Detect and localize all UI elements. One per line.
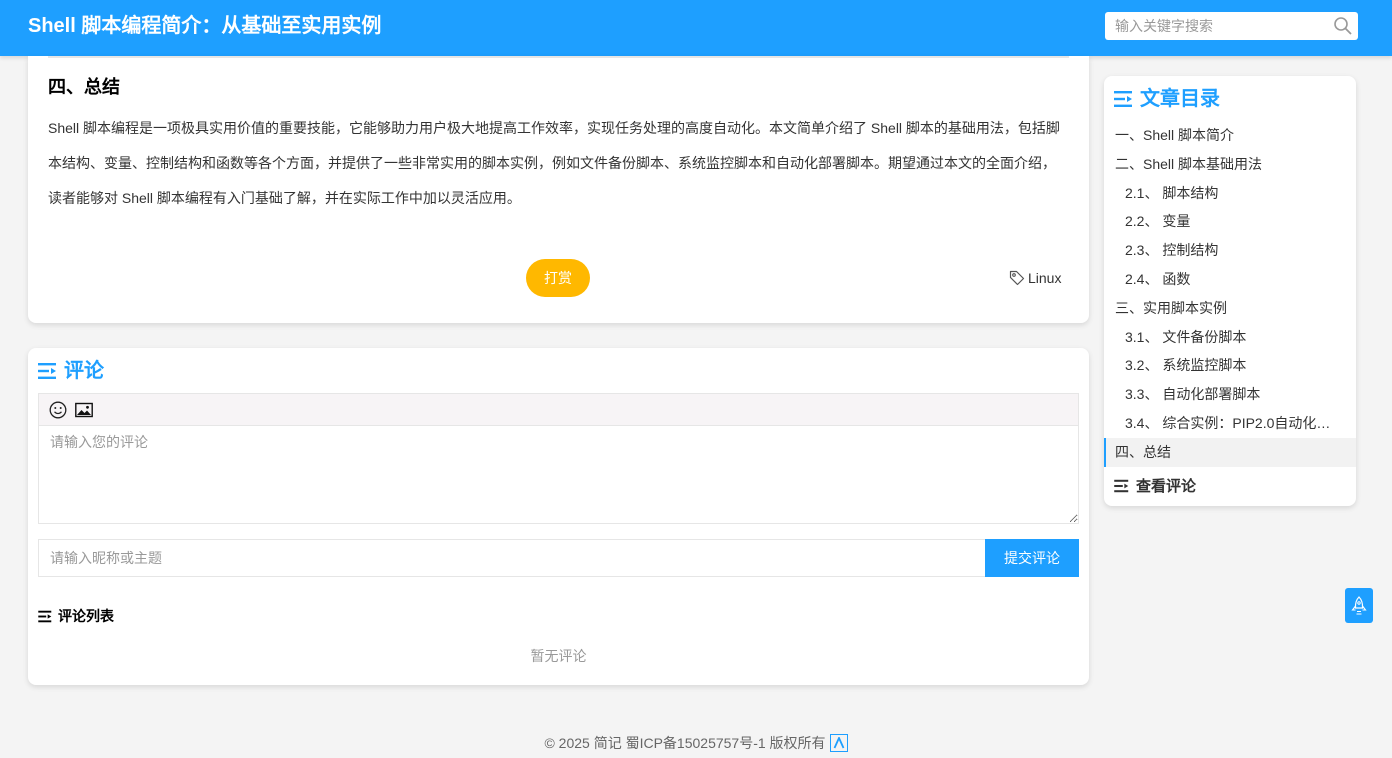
footer-text: © 2025 简记 蜀ICP备15025757号-1 版权所有 [544, 735, 826, 751]
tag-label: Linux [1028, 270, 1062, 286]
nickname-input[interactable] [38, 539, 986, 577]
image-icon[interactable] [75, 401, 93, 419]
page-title[interactable]: Shell 脚本编程简介：从基础至实用实例 [28, 12, 381, 40]
footer: © 2025 简记 蜀ICP备15025757号-1 版权所有 [0, 732, 1392, 754]
comments-title-label: 评论 [64, 360, 104, 382]
view-comments-link[interactable]: 查看评论 [1114, 475, 1196, 496]
toc-item[interactable]: 3.1、 文件备份脚本 [1104, 323, 1356, 352]
search-icon[interactable] [1333, 16, 1353, 36]
empty-comments-text: 暂无评论 [530, 648, 587, 664]
article-tag[interactable]: Linux [1009, 267, 1061, 289]
site-logo-icon[interactable] [829, 734, 848, 752]
comment-textarea[interactable] [38, 425, 1079, 524]
list-icon [38, 363, 56, 379]
submit-comment-button[interactable]: 提交评论 [985, 539, 1079, 577]
rocket-icon [1351, 595, 1367, 614]
comments-title: 评论 [38, 358, 104, 384]
view-comments-label: 查看评论 [1136, 478, 1197, 495]
emoji-icon[interactable] [49, 401, 67, 419]
search-box [1105, 12, 1358, 40]
toc-item[interactable]: 3.4、 综合实例：PIP2.0自动化部署脚本 [1104, 409, 1356, 438]
toc-item[interactable]: 二、Shell 脚本基础用法 [1104, 150, 1356, 179]
top-header: Shell 脚本编程简介：从基础至实用实例 [0, 0, 1392, 56]
article-paragraph: Shell 脚本编程是一项极具实用价值的重要技能，它能够助力用户极大地提高工作效… [48, 120, 1060, 206]
toc-item[interactable]: 2.2、 变量 [1104, 207, 1356, 236]
toc-item[interactable]: 3.3、 自动化部署脚本 [1104, 380, 1356, 409]
toc-item[interactable]: 2.1、 脚本结构 [1104, 179, 1356, 208]
toc-list: 一、Shell 脚本简介 二、Shell 脚本基础用法 2.1、 脚本结构 2.2、 … [1104, 121, 1356, 467]
search-input[interactable] [1105, 12, 1327, 40]
toc-item[interactable]: 2.4、 函数 [1104, 265, 1356, 294]
back-to-top-button[interactable] [1345, 588, 1373, 623]
toc-item[interactable]: 一、Shell 脚本简介 [1104, 121, 1356, 150]
reward-button[interactable]: 打赏 [526, 259, 590, 297]
comments-card: 评论 提交评论 评论列表 暂无评论 [28, 348, 1089, 685]
toc-item[interactable]: 2.3、 控制结构 [1104, 236, 1356, 265]
toc-title-label: 文章目录 [1140, 88, 1220, 110]
divider [48, 56, 1069, 58]
section-heading: 四、总结 [48, 77, 120, 97]
toc-card: 文章目录 一、Shell 脚本简介 二、Shell 脚本基础用法 2.1、 脚本结构… [1104, 76, 1356, 506]
comment-list-title: 评论列表 [38, 606, 114, 626]
toc-item[interactable]: 三、实用脚本实例 [1104, 294, 1356, 323]
editor-toolbar [38, 393, 1079, 425]
toc-item[interactable]: 3.2、 系统监控脚本 [1104, 351, 1356, 380]
article-card: 四、总结 Shell 脚本编程是一项极具实用价值的重要技能，它能够助力用户极大地… [28, 56, 1089, 323]
tag-icon [1009, 270, 1025, 286]
list-icon [1114, 479, 1129, 492]
comment-list-label: 评论列表 [58, 608, 114, 624]
toc-title: 文章目录 [1114, 85, 1220, 113]
toc-item[interactable]: 四、总结 [1104, 437, 1356, 467]
list-icon [38, 610, 52, 622]
list-icon [1114, 91, 1132, 107]
